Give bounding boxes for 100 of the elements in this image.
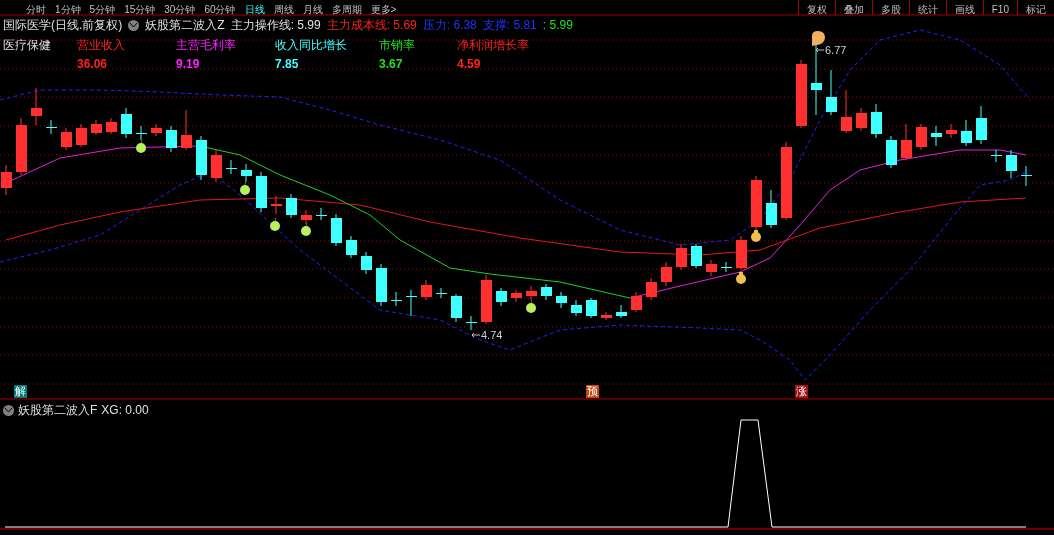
- period-tab[interactable]: 5分钟: [89, 5, 116, 15]
- candlestick: [766, 189, 777, 229]
- toolbar-button[interactable]: 画线: [945, 0, 983, 15]
- candlestick: [871, 103, 882, 139]
- candlestick: [511, 289, 522, 303]
- candlestick: [46, 119, 57, 135]
- low-price-label: 4.74: [481, 328, 503, 343]
- candlestick: [106, 117, 117, 135]
- candlestick: [436, 287, 447, 299]
- candlestick: [226, 159, 237, 175]
- metric-value: 3.67: [379, 56, 403, 71]
- indicator-reading: 压力: 6.38: [422, 17, 477, 34]
- candlestick: [271, 195, 282, 215]
- candlestick: [931, 125, 942, 147]
- toolbar-button[interactable]: 叠加: [834, 0, 872, 15]
- candlestick: [901, 123, 912, 161]
- toolbar-button[interactable]: 统计: [908, 0, 946, 15]
- candlestick: [451, 293, 462, 323]
- candlestick: [16, 117, 27, 176]
- candlestick: [886, 135, 897, 169]
- indicator-reading: 主力成本线: 5.69: [326, 17, 417, 34]
- candlestick: [61, 127, 72, 151]
- candlestick: [406, 289, 417, 317]
- indicator-reading: XG: 0.00: [101, 402, 149, 419]
- period-tab[interactable]: 60分钟: [204, 5, 236, 15]
- candlestick: [946, 123, 957, 139]
- candlestick: [346, 235, 357, 259]
- candlestick: [751, 175, 762, 231]
- apple-icon: [270, 217, 280, 231]
- period-tab[interactable]: 日线: [244, 5, 265, 15]
- apple-icon: [301, 222, 311, 236]
- indicator-reading: 主力操作线: 5.99: [230, 17, 321, 34]
- candlestick: [1021, 165, 1032, 187]
- candlestick: [691, 243, 702, 269]
- toolbar-button[interactable]: 复权: [797, 0, 835, 15]
- candlestick: [316, 207, 327, 221]
- candlestick: [181, 109, 192, 151]
- candlestick: [1006, 149, 1017, 179]
- candlestick: [586, 297, 597, 319]
- candlestick: [376, 263, 387, 307]
- period-tab[interactable]: 15分钟: [124, 5, 156, 15]
- candlestick: [496, 287, 507, 307]
- candlestick: [676, 243, 687, 271]
- candlestick: [721, 261, 732, 273]
- candlestick: [976, 105, 987, 145]
- candlestick: [961, 119, 972, 147]
- apple-icon: [526, 299, 536, 313]
- candlestick: [556, 291, 567, 309]
- metric-label: 营业收入: [77, 38, 125, 52]
- period-tab[interactable]: 分时: [26, 5, 46, 15]
- money-bag-icon: [751, 230, 761, 242]
- toolbar-button[interactable]: 标记: [1017, 0, 1054, 15]
- candlestick: [661, 261, 672, 287]
- candlestick: [151, 123, 162, 137]
- candlestick: [631, 291, 642, 313]
- metric-label: 收入同比增长: [275, 38, 347, 52]
- apple-icon: [240, 181, 250, 195]
- candlestick: [76, 123, 87, 148]
- period-tab[interactable]: 30分钟: [164, 5, 196, 15]
- arrow-icon: [815, 47, 824, 54]
- candlestick: [286, 193, 297, 219]
- period-tab[interactable]: 更多>: [370, 5, 397, 15]
- dropdown-icon[interactable]: [3, 404, 14, 416]
- candlestick: [301, 209, 312, 225]
- candlestick: [391, 291, 402, 307]
- pointing-hand-icon: [812, 31, 825, 46]
- dropdown-icon[interactable]: [128, 19, 140, 31]
- candlestick: [646, 277, 657, 301]
- indicator-name: 妖股第二波入F: [18, 402, 98, 419]
- candlestick: [736, 235, 747, 271]
- toolbar-button[interactable]: 多股: [871, 0, 909, 15]
- period-tab[interactable]: 1分钟: [55, 5, 81, 15]
- metric-value: 36.06: [77, 56, 108, 71]
- period-tab[interactable]: 多周期: [331, 5, 362, 15]
- candlestick: [166, 125, 177, 153]
- candlestick: [541, 283, 552, 301]
- signal-marker: 预: [586, 385, 599, 398]
- metric-value: 9.19: [176, 56, 200, 71]
- indicator-reading: : 5.99: [542, 17, 573, 34]
- toolbar-button[interactable]: F10: [982, 0, 1017, 15]
- candlestick: [91, 119, 102, 136]
- candlestick: [616, 304, 627, 319]
- candlestick: [916, 123, 927, 151]
- period-tab[interactable]: 周线: [273, 5, 294, 15]
- apple-icon: [136, 139, 146, 153]
- candlestick: [31, 87, 42, 126]
- candlestick: [571, 299, 582, 317]
- metric-label: 市销率: [379, 38, 415, 52]
- sector-label: 医疗保健: [3, 37, 52, 54]
- candlestick: [1, 164, 12, 196]
- candlestick: [421, 279, 432, 301]
- candlestick: [601, 311, 612, 321]
- signal-marker: 涨: [795, 385, 808, 398]
- high-price-label: 6.77: [825, 43, 847, 58]
- candlestick: [196, 135, 207, 181]
- candlestick: [241, 163, 252, 183]
- period-tab[interactable]: 月线: [302, 5, 323, 15]
- metric-value: 7.85: [275, 56, 299, 71]
- chart-title: 国际医学(日线.前复权): [3, 17, 123, 34]
- money-bag-icon: [736, 272, 746, 284]
